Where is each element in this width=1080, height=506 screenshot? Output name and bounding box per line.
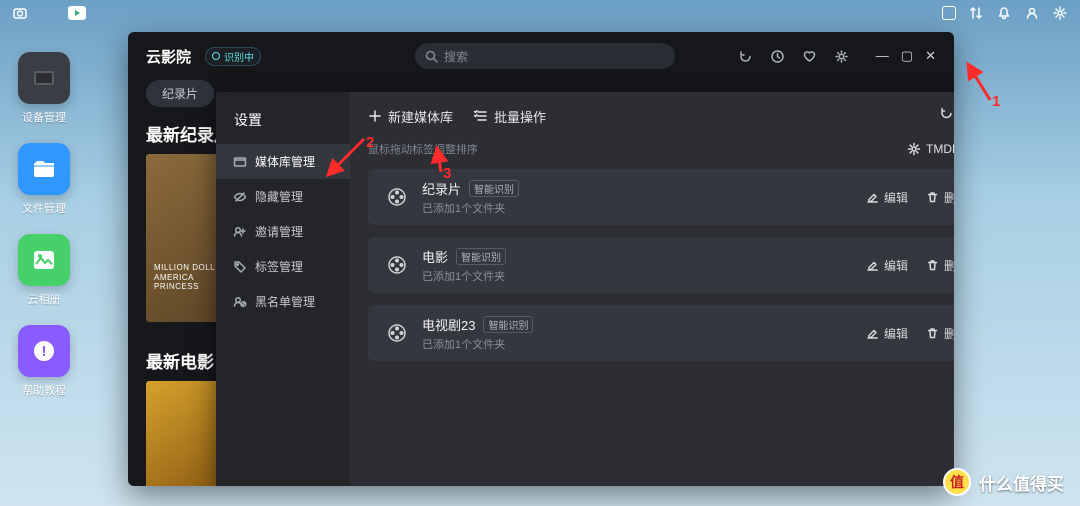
plus-icon (368, 109, 382, 123)
search-placeholder: 搜索 (444, 48, 468, 65)
tag-icon (232, 259, 247, 274)
transfer-icon[interactable] (968, 5, 984, 21)
trash-icon (926, 327, 939, 340)
watermark: 值 什么值得买 (943, 468, 1064, 496)
library-card[interactable]: 电影 智能识别 已添加1个文件夹 编辑 删除 (368, 237, 954, 293)
user-plus-icon (232, 224, 247, 239)
dock-label: 设备管理 (22, 109, 66, 125)
tmdb-config-button[interactable]: TMDB配置 (907, 140, 954, 157)
dock: 设备管理 文件管理 云相册 ! 帮助教程 (18, 52, 70, 398)
library-tag: 智能识别 (483, 316, 533, 333)
search-input[interactable]: 搜索 (415, 43, 675, 69)
bell-icon[interactable] (996, 5, 1012, 21)
app-window: 云影院 识别中 搜索 — ▢ ✕ 纪录片 最新纪录片 更多› MI (128, 32, 954, 486)
sidebar-item-blacklist[interactable]: 黑名单管理 (216, 284, 350, 319)
annotation-arrow-1: 1 (960, 58, 1010, 113)
camera-icon[interactable] (12, 5, 28, 21)
delete-button[interactable]: 删除 (926, 257, 954, 274)
window-minimize[interactable]: — (876, 48, 889, 64)
search-icon (425, 50, 438, 63)
watermark-badge: 值 (943, 468, 971, 496)
list-check-icon (473, 109, 488, 123)
online-badge: 识别中 (205, 47, 261, 66)
eye-off-icon (232, 189, 247, 204)
settings-main: 新建媒体库 批量操作 鼠标拖动标签调整排序 TMDB配置 (350, 92, 954, 486)
user-icon[interactable] (1024, 5, 1040, 21)
trash-icon (926, 259, 939, 272)
settings-dialog: 设置 媒体库管理 隐藏管理 邀请管理 标签管理 (216, 92, 954, 486)
library-name: 纪录片 (422, 179, 461, 198)
app-brand: 云影院 (146, 46, 191, 67)
new-library-button[interactable]: 新建媒体库 (368, 107, 453, 126)
batch-ops-button[interactable]: 批量操作 (473, 107, 546, 126)
sidebar-item-media-library[interactable]: 媒体库管理 (216, 144, 350, 179)
sort-hint: 鼠标拖动标签调整排序 (368, 141, 478, 157)
delete-button[interactable]: 删除 (926, 189, 954, 206)
settings-sidebar: 设置 媒体库管理 隐藏管理 邀请管理 标签管理 (216, 92, 350, 486)
svg-text:1: 1 (992, 93, 1000, 110)
heart-icon[interactable] (802, 48, 818, 64)
poster-item[interactable] (146, 381, 226, 486)
library-sub: 已添加1个文件夹 (422, 200, 519, 216)
window-settings-icon[interactable] (834, 48, 850, 64)
apps-grid-icon[interactable] (40, 5, 56, 21)
dock-label: 云相册 (28, 291, 61, 307)
window-titlebar: 云影院 识别中 搜索 — ▢ ✕ (128, 32, 954, 80)
film-icon (384, 184, 410, 210)
dock-file-manager[interactable]: 文件管理 (18, 143, 70, 216)
edit-icon (866, 259, 879, 272)
settings-icon[interactable] (1052, 5, 1068, 21)
library-sub: 已添加1个文件夹 (422, 268, 506, 284)
edit-icon (866, 327, 879, 340)
category-tab[interactable]: 纪录片 (146, 80, 214, 107)
svg-text:!: ! (42, 343, 47, 360)
watermark-text: 什么值得买 (979, 470, 1064, 495)
library-icon (232, 154, 247, 169)
library-tag: 智能识别 (469, 180, 519, 197)
edit-icon (866, 191, 879, 204)
video-app-icon[interactable] (68, 6, 86, 20)
library-name: 电影 (422, 247, 448, 266)
library-tag: 智能识别 (456, 248, 506, 265)
library-card[interactable]: 纪录片 智能识别 已添加1个文件夹 编辑 删除 (368, 169, 954, 225)
refresh-icon[interactable] (738, 48, 754, 64)
library-card[interactable]: 电视剧23 智能识别 已添加1个文件夹 编辑 删除 (368, 305, 954, 361)
sidebar-item-invite[interactable]: 邀请管理 (216, 214, 350, 249)
film-icon (384, 320, 410, 346)
edit-button[interactable]: 编辑 (866, 325, 908, 342)
dock-device-manager[interactable]: 设备管理 (18, 52, 70, 125)
history-icon[interactable] (770, 48, 786, 64)
library-sub: 已添加1个文件夹 (422, 336, 533, 352)
blacklist-icon (232, 294, 247, 309)
window-maximize[interactable]: ▢ (901, 48, 913, 64)
dock-help[interactable]: ! 帮助教程 (18, 325, 70, 398)
delete-button[interactable]: 删除 (926, 325, 954, 342)
edit-button[interactable]: 编辑 (866, 189, 908, 206)
dock-cloud-album[interactable]: 云相册 (18, 234, 70, 307)
gear-icon (907, 142, 921, 156)
dock-label: 帮助教程 (22, 382, 66, 398)
sidebar-item-hidden[interactable]: 隐藏管理 (216, 179, 350, 214)
dock-label: 文件管理 (22, 200, 66, 216)
section-title-movies: 最新电影 (146, 348, 214, 373)
window-close[interactable]: ✕ (925, 48, 936, 64)
settings-title: 设置 (216, 110, 350, 140)
trash-icon (926, 191, 939, 204)
sidebar-item-tags[interactable]: 标签管理 (216, 249, 350, 284)
library-name: 电视剧23 (422, 315, 475, 334)
system-bar (0, 0, 1080, 26)
tray-icon-1[interactable] (942, 6, 956, 20)
reload-icon[interactable] (939, 106, 954, 126)
film-icon (384, 252, 410, 278)
edit-button[interactable]: 编辑 (866, 257, 908, 274)
